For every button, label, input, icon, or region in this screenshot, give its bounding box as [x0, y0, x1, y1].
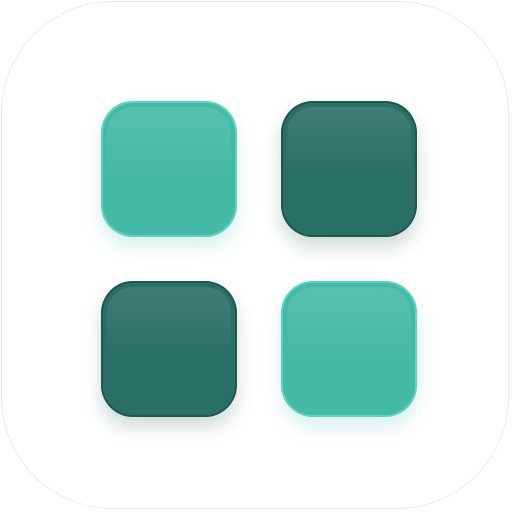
tile-sheen — [107, 107, 231, 231]
tile-sheen — [107, 287, 231, 411]
tile-sheen — [287, 287, 411, 411]
tile-top-left — [101, 101, 237, 237]
page — [0, 0, 512, 512]
tile-sheen — [287, 107, 411, 231]
tile-bottom-right — [281, 281, 417, 417]
tile-bottom-left — [101, 281, 237, 417]
grid-apps-icon — [1, 1, 509, 509]
tile-top-right — [281, 101, 417, 237]
